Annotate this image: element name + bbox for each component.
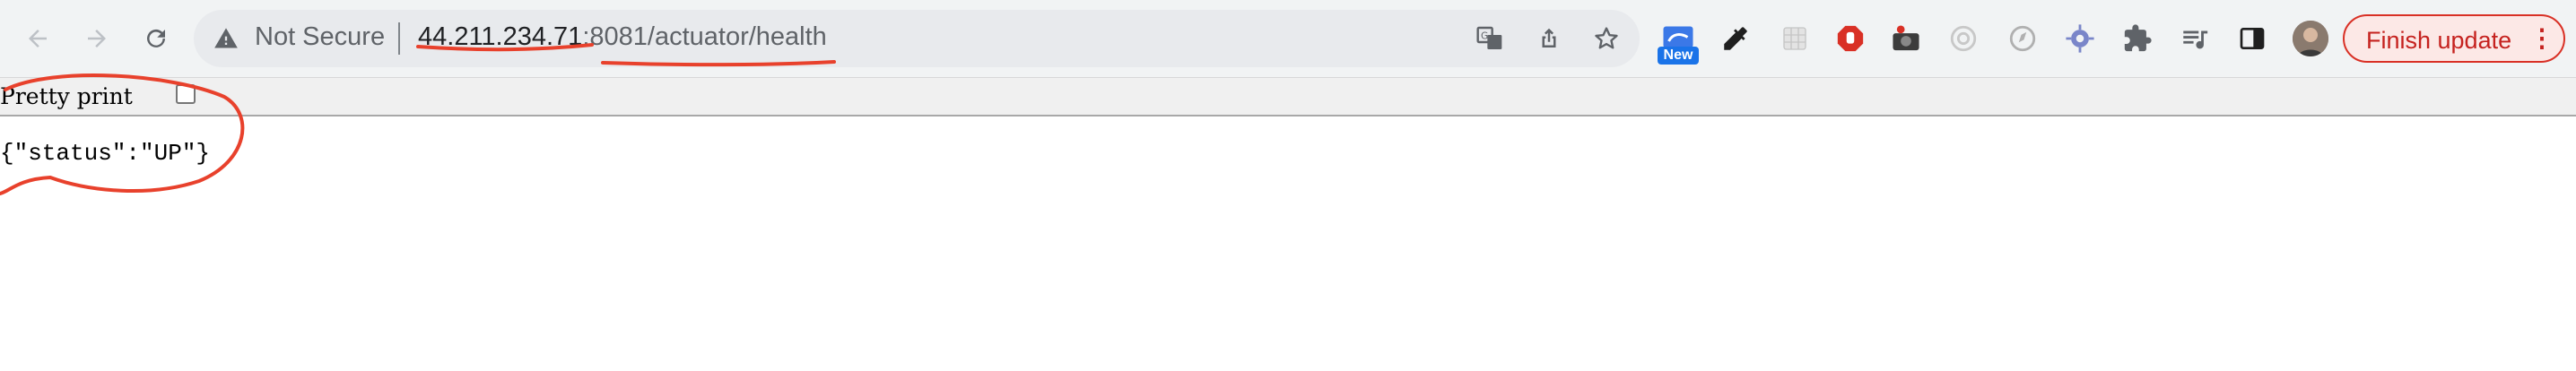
puzzle-icon [2124,24,2152,52]
arrow-left-icon [29,30,47,47]
profile-avatar[interactable] [2293,21,2328,56]
person-icon [2293,21,2328,56]
new-badge: New [1658,47,1699,65]
url-host: 44.211.234.71 [418,22,583,51]
omnibox-divider [398,22,400,55]
extension-gear-button[interactable] [2063,22,2097,56]
reading-list-button[interactable] [2178,22,2212,56]
side-panel-button[interactable] [2235,22,2269,56]
extension-compass-button[interactable] [2006,22,2040,56]
share-button[interactable] [1534,23,1564,54]
playlist-icon [2183,30,2208,49]
star-icon [1595,27,1618,49]
forward-button[interactable] [75,17,118,60]
target-icon [1950,25,1977,52]
pretty-print-label: Pretty print [0,83,133,109]
extension-eyedropper-button[interactable] [1719,22,1753,56]
bookmark-star-button[interactable] [1591,23,1622,54]
extension-adblock-button[interactable] [1833,22,1867,56]
side-panel-icon [2240,28,2265,49]
browser-toolbar: Not Secure 44.211.234.71:8081/actuator/h… [0,0,2576,77]
compass-icon [2009,25,2036,52]
extensions-menu-button[interactable] [2120,22,2154,56]
url-path: :8081/actuator/health [582,22,827,51]
svg-text:G: G [1481,30,1488,42]
translate-icon: G [1476,26,1502,49]
finish-update-label: Finish update [2366,27,2512,54]
pretty-print-bar: Pretty print [0,77,2576,116]
translate-button[interactable]: G [1475,23,1505,54]
kebab-menu-icon[interactable]: ⋮ [2529,23,2554,54]
arrow-right-icon [88,30,106,47]
json-response: {"status":"UP"} [0,140,211,167]
share-icon [1542,28,1556,47]
reload-button[interactable] [135,17,178,60]
reload-icon [147,29,165,47]
pretty-print-checkbox[interactable] [176,84,196,104]
finish-update-button[interactable]: Finish update ⋮ [2343,14,2565,63]
camera-icon [1893,25,1919,51]
not-secure-label[interactable]: Not Secure [255,22,385,52]
extension-grid-button[interactable] [1778,22,1812,56]
extension-target-button[interactable] [1946,22,1980,56]
address-bar[interactable]: Not Secure 44.211.234.71:8081/actuator/h… [194,10,1640,67]
back-button[interactable] [16,17,59,60]
warning-icon [214,28,238,48]
gear-icon [2066,24,2094,53]
grid-icon [1783,27,1806,50]
url-text[interactable]: 44.211.234.71:8081/actuator/health [418,22,827,52]
extension-camera-button[interactable] [1889,22,1923,56]
eyedropper-icon [1724,27,1747,50]
stop-hand-icon [1837,25,1864,52]
